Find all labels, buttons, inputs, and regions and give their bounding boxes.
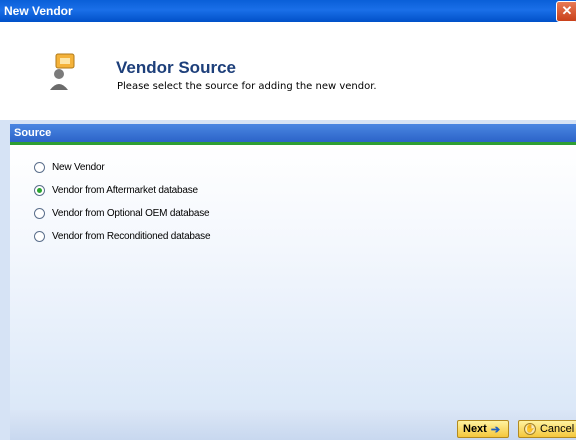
- option-new-vendor[interactable]: New Vendor: [34, 159, 105, 175]
- page-title: Vendor Source: [116, 58, 236, 77]
- arrow-right-icon: ➔: [490, 423, 501, 436]
- footer-bar: Next ➔ ✋ Cancel: [10, 410, 576, 440]
- radio-reconditioned[interactable]: [34, 230, 45, 242]
- vendor-icon: [50, 53, 75, 90]
- radio-aftermarket[interactable]: [34, 184, 45, 196]
- option-label: Vendor from Aftermarket database: [52, 184, 198, 196]
- next-button[interactable]: Next ➔: [457, 420, 509, 438]
- option-label: New Vendor: [52, 161, 105, 173]
- cancel-hand-icon: ✋: [524, 423, 536, 435]
- radio-optional-oem[interactable]: [34, 207, 45, 219]
- wizard-header: Vendor Source Please select the source f…: [0, 22, 576, 120]
- cancel-label: Cancel: [539, 423, 575, 435]
- option-aftermarket[interactable]: Vendor from Aftermarket database: [34, 182, 198, 198]
- option-optional-oem[interactable]: Vendor from Optional OEM database: [34, 205, 210, 221]
- options-panel: New Vendor Vendor from Aftermarket datab…: [10, 145, 576, 410]
- next-label: Next: [463, 423, 487, 435]
- title-bar: New Vendor ✕: [0, 0, 576, 22]
- cancel-button[interactable]: ✋ Cancel: [518, 420, 576, 438]
- option-reconditioned[interactable]: Vendor from Reconditioned database: [34, 228, 211, 244]
- option-label: Vendor from Optional OEM database: [52, 207, 210, 219]
- section-label: Source: [14, 127, 52, 139]
- close-button[interactable]: ✕: [556, 1, 576, 22]
- option-label: Vendor from Reconditioned database: [52, 230, 211, 242]
- section-header: Source: [10, 124, 576, 142]
- page-subtitle: Please select the source for adding the …: [117, 81, 377, 92]
- window-title: New Vendor: [4, 4, 73, 18]
- radio-new-vendor[interactable]: [34, 161, 45, 173]
